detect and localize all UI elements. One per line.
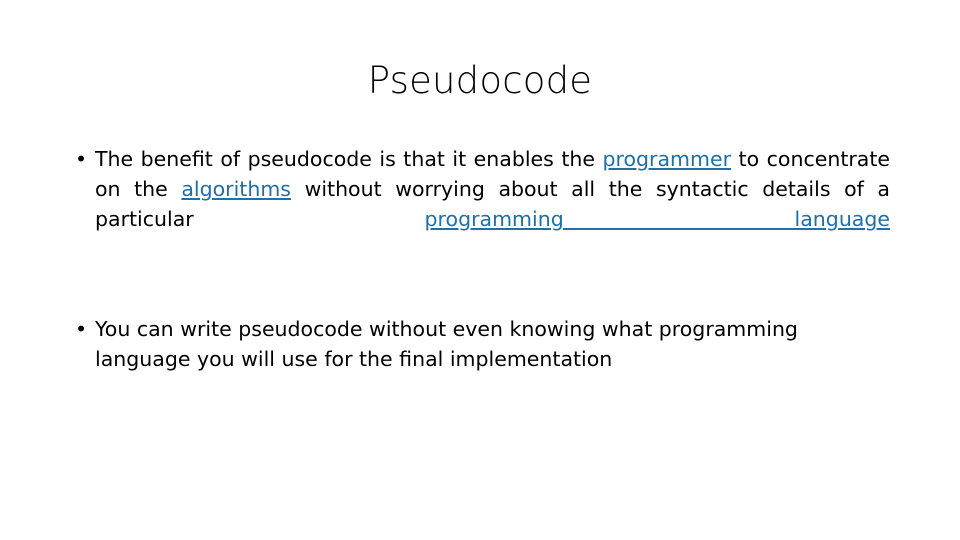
bullet-item-2: • You can write pseudocode without even …: [70, 314, 890, 374]
bullet-2-segment-0: You can write pseudocode without even kn…: [95, 317, 798, 371]
link-programmer[interactable]: programmer: [603, 147, 732, 171]
bullet-text-1: The benefit of pseudocode is that it ena…: [95, 144, 890, 264]
bullet-item-1: • The benefit of pseudocode is that it e…: [70, 144, 890, 264]
bullet-marker-icon: •: [75, 147, 88, 171]
slide-body: • The benefit of pseudocode is that it e…: [70, 144, 890, 374]
slide-canvas: Pseudocode • The benefit of pseudocode i…: [0, 0, 960, 540]
bullet-marker-icon: •: [75, 317, 88, 341]
bullet-1-segment-0: The benefit of pseudocode is that it ena…: [95, 147, 603, 171]
page-title: Pseudocode: [367, 59, 593, 102]
bullet-text-2: You can write pseudocode without even kn…: [95, 314, 890, 374]
link-algorithms[interactable]: algorithms: [181, 177, 291, 201]
link-programming-language[interactable]: programming language: [425, 207, 890, 231]
